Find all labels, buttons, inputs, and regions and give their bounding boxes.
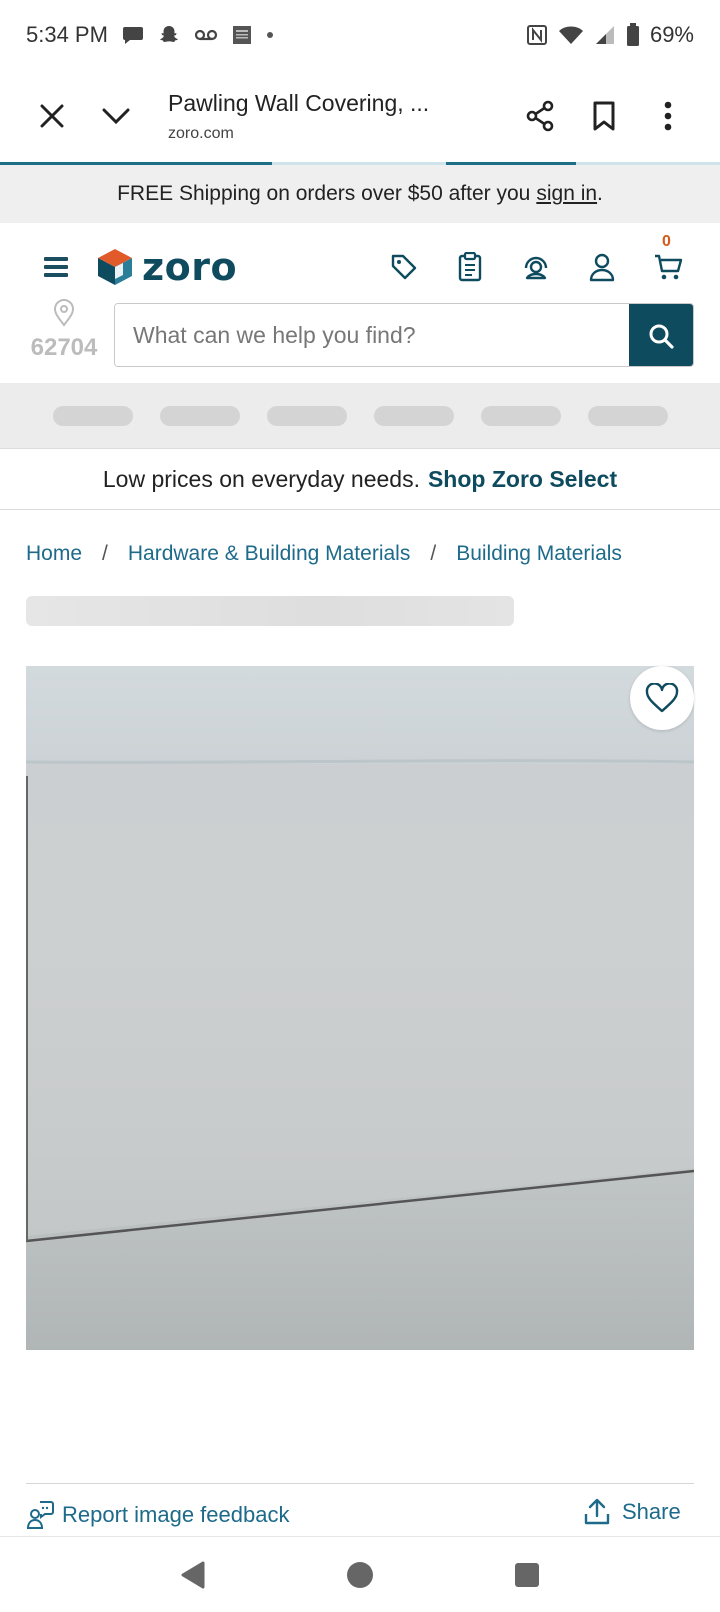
support-button[interactable] [518,249,554,285]
battery-icon [626,23,640,47]
tab-url: zoro.com [168,124,234,142]
zip-code: 62704 [30,334,98,361]
deals-button[interactable] [386,249,422,285]
breadcrumb-home[interactable]: Home [26,542,82,566]
breadcrumb-separator: / [430,542,437,565]
headset-icon [524,256,548,280]
search-box [114,303,694,367]
menu-button[interactable] [44,253,76,283]
breadcrumb-separator: / [102,542,108,565]
category-placeholder [159,405,240,426]
tab-title: Pawling Wall Covering, ... [168,89,430,116]
browser-toolbar: Pawling Wall Covering, ... zoro.com [0,70,720,162]
snapchat-icon [158,24,180,46]
user-icon [589,253,615,282]
nfc-icon [526,24,548,46]
share-icon [526,100,554,132]
home-circle-icon [346,1561,373,1588]
home-button[interactable] [330,1545,390,1605]
back-triangle-icon [181,1561,205,1588]
close-icon [40,104,64,128]
close-tab-button[interactable] [20,84,84,148]
shop-zoro-select-link[interactable]: Shop Zoro Select [428,466,617,493]
heart-icon [645,683,679,713]
promo-text: FREE Shipping on orders over $50 after y… [117,182,531,205]
status-left: 5:34 PM [26,22,274,48]
bookmark-button[interactable] [572,84,636,148]
signal-icon [594,25,616,45]
location-selector[interactable]: 62704 [24,299,104,362]
back-button[interactable] [163,1545,223,1605]
tag-icon [391,254,417,280]
share-tab-button[interactable] [508,84,572,148]
share-label: Share [622,1499,681,1524]
logo-text: zoro [142,245,238,289]
cart-button[interactable]: 0 [650,233,686,285]
status-right: 69% [526,22,694,48]
chevron-down-icon [102,108,130,125]
divider [26,1483,694,1484]
site-header: zoro 0 62704 [0,223,720,383]
search-input[interactable] [115,304,629,366]
news-icon [232,25,252,45]
header-icons: 0 [386,233,686,285]
category-placeholder [373,405,454,426]
recents-button[interactable] [497,1545,557,1605]
promo-suffix: . [597,182,603,205]
battery-percent: 69% [649,22,694,47]
account-button[interactable] [584,249,620,285]
more-options-button[interactable] [636,84,700,148]
zoro-select-banner: Low prices on everyday needs. Shop Zoro … [0,450,720,510]
search-button[interactable] [629,304,693,366]
zoro-logo[interactable]: zoro [96,245,237,289]
clipboard-icon [458,252,482,282]
category-placeholder [266,405,347,426]
search-icon [649,324,674,349]
dot-icon [266,31,274,39]
feedback-icon [26,1501,54,1529]
report-image-feedback-link[interactable]: Report image feedback [26,1500,289,1530]
add-to-favorites-button[interactable] [630,666,694,730]
more-vert-icon [664,101,672,131]
bookmark-icon [593,101,615,131]
wifi-icon [558,25,584,45]
cart-count: 0 [662,233,671,250]
share-button[interactable]: Share [584,1498,681,1526]
upload-share-icon [584,1498,610,1525]
android-nav-bar [0,1536,720,1612]
message-icon [122,25,144,45]
zoro-cube-icon [98,249,132,285]
breadcrumb-hardware[interactable]: Hardware & Building Materials [128,542,410,566]
breadcrumb: Home / Hardware & Building Materials / B… [26,542,622,566]
category-placeholder [480,405,561,426]
category-nav-loading [0,383,720,449]
feedback-label: Report image feedback [62,1502,290,1527]
product-image[interactable] [26,666,694,1350]
minimize-tab-button[interactable] [84,84,148,148]
sign-in-link[interactable]: sign in [536,182,597,206]
product-title-loading [26,596,514,626]
voicemail-icon [194,28,218,42]
breadcrumb-building-materials[interactable]: Building Materials [456,542,622,566]
free-shipping-banner: FREE Shipping on orders over $50 after y… [0,165,720,223]
lists-button[interactable] [452,249,488,285]
status-time: 5:34 PM [26,22,108,47]
wall-covering-photo [26,666,694,1350]
status-bar: 5:34 PM 69% [0,0,720,70]
tab-title-block: Pawling Wall Covering, ... zoro.com [168,90,508,143]
category-placeholder [587,405,668,426]
category-placeholder [52,405,133,426]
cart-icon [655,254,683,280]
select-banner-text: Low prices on everyday needs. [102,466,420,492]
location-pin-icon [53,299,75,327]
recents-square-icon [514,1562,539,1587]
